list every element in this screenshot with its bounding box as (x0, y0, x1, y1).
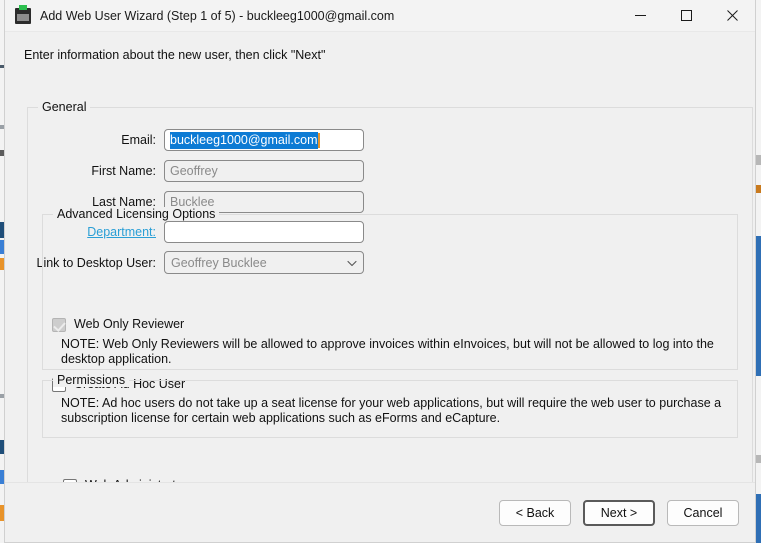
email-input-value: buckleeg1000@gmail.com (170, 131, 318, 149)
close-icon[interactable] (709, 0, 755, 32)
maximize-icon[interactable] (663, 0, 709, 32)
first-name-row: First Name: Geoffrey (24, 160, 364, 182)
cancel-button[interactable]: Cancel (667, 499, 739, 526)
email-input[interactable]: buckleeg1000@gmail.com (164, 129, 364, 151)
first-name-label: First Name: (91, 164, 156, 178)
dialog-footer: < Back Next > Cancel (5, 482, 755, 542)
web-only-reviewer-checkbox[interactable] (52, 318, 66, 332)
web-only-reviewer-label: Web Only Reviewer (74, 317, 185, 331)
dialog-body: Enter information about the new user, th… (5, 32, 755, 542)
web-only-reviewer-checkbox-row[interactable]: Web Only Reviewer (52, 317, 185, 332)
next-button[interactable]: Next > (583, 499, 655, 526)
general-group-label: General (38, 100, 91, 114)
add-web-user-wizard-dialog: Add Web User Wizard (Step 1 of 5) - buck… (4, 0, 756, 543)
permissions-group-label: Permissions (53, 373, 130, 387)
advanced-licensing-options-label: Advanced Licensing Options (53, 207, 220, 221)
text-caret (317, 132, 320, 148)
minimize-icon[interactable] (617, 0, 663, 32)
title-bar[interactable]: Add Web User Wizard (Step 1 of 5) - buck… (5, 0, 755, 32)
first-name-input-value: Geoffrey (170, 164, 218, 178)
permissions-group: Permissions (42, 373, 738, 438)
back-button[interactable]: < Back (499, 499, 571, 526)
background-window-right-sliver (756, 0, 761, 543)
email-row: Email: buckleeg1000@gmail.com (24, 129, 364, 151)
app-icon (15, 4, 31, 24)
first-name-input[interactable]: Geoffrey (164, 160, 364, 182)
window-title: Add Web User Wizard (Step 1 of 5) - buck… (40, 8, 395, 23)
window-controls (617, 0, 755, 32)
email-label: Email: (121, 133, 156, 147)
web-only-reviewer-note: NOTE: Web Only Reviewers will be allowed… (61, 337, 714, 366)
instruction-text: Enter information about the new user, th… (24, 48, 326, 62)
